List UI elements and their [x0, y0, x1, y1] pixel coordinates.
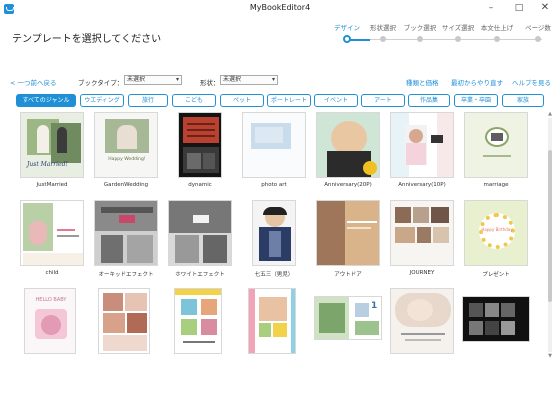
template-name: JOURNEY: [409, 270, 435, 276]
template-name: ホワイトエフェクト: [175, 272, 225, 278]
step-dot: [380, 36, 386, 42]
scroll-thumb[interactable]: [548, 150, 552, 302]
template-grid: Just Married! JustMarried Happy Wedding!…: [6, 110, 544, 400]
minimize-button[interactable]: –: [478, 0, 504, 16]
book-type-select[interactable]: 未選択 ▾: [124, 75, 182, 85]
template-thumbnail[interactable]: [464, 112, 528, 178]
step-dot: [494, 36, 500, 42]
template-thumbnail[interactable]: [242, 112, 306, 178]
template-thumbnail[interactable]: [252, 200, 296, 266]
redo-link[interactable]: 最初からやり直す: [451, 77, 503, 87]
scroll-up-icon[interactable]: ▲: [546, 110, 554, 118]
genre-travel-button[interactable]: 旅行: [128, 94, 168, 107]
price-link[interactable]: 種類と価格: [406, 77, 439, 87]
template-name: 七五三（男児）: [254, 272, 294, 278]
template-thumbnail[interactable]: [178, 112, 222, 178]
genre-works-button[interactable]: 作品集: [408, 94, 450, 107]
template-name: オーキッドエフェクト: [98, 272, 154, 278]
genre-filter-bar: すべてのジャンル ウエディング 旅行 こども ペット ポートレート イベント ア…: [0, 92, 560, 108]
step-label: 形状選択: [370, 24, 396, 32]
template-thumbnail[interactable]: [462, 296, 530, 342]
genre-art-button[interactable]: アート: [361, 94, 405, 107]
template-name: プレゼント: [482, 272, 510, 278]
toolbar: < 一つ前へ戻る ブックタイプ： 未選択 ▾ 形状： 未選択 ▾ 種類と価格 最…: [0, 74, 560, 90]
scroll-down-icon[interactable]: ▼: [546, 352, 554, 360]
close-button[interactable]: ✕: [532, 0, 558, 16]
template-thumbnail[interactable]: Happy Birthday: [464, 200, 528, 266]
genre-portrait-button[interactable]: ポートレート: [267, 94, 311, 107]
template-thumbnail[interactable]: [174, 288, 222, 354]
genre-wedding-button[interactable]: ウエディング: [80, 94, 124, 107]
step-design: デザイン: [330, 22, 364, 43]
step-dot: [535, 36, 541, 42]
thumb-caption: 1: [371, 301, 378, 311]
window-title: MyBookEditor4: [249, 3, 311, 12]
book-type-value: 未選択: [127, 76, 146, 83]
step-size: サイズ選択: [441, 22, 475, 42]
template-thumbnail[interactable]: Happy Wedding!: [94, 112, 158, 178]
back-link[interactable]: < 一つ前へ戻る: [10, 77, 57, 87]
chevron-down-icon: ▾: [271, 76, 275, 83]
template-thumbnail[interactable]: [94, 200, 158, 266]
chevron-down-icon: ▾: [175, 76, 179, 83]
template-thumbnail[interactable]: [390, 288, 454, 354]
genre-kids-button[interactable]: こども: [172, 94, 216, 107]
template-name: アウトドア: [334, 272, 362, 278]
progress-stepper: デザイン 形状選択 ブック選択 サイズ選択 本文仕上げ ページ数: [330, 22, 556, 48]
title-bar: MyBookEditor4 – □ ✕ テンプレートを選択してください デザイン…: [0, 0, 560, 48]
template-name: photo art: [261, 182, 287, 188]
template-name: Anniversary(10P): [398, 182, 446, 188]
genre-pet-button[interactable]: ペット: [220, 94, 264, 107]
template-name: child: [45, 270, 59, 276]
template-thumbnail[interactable]: HELLO BABY: [24, 288, 76, 354]
genre-graduation-button[interactable]: 卒業・卒園: [454, 94, 498, 107]
template-thumbnail[interactable]: [168, 200, 232, 266]
template-thumbnail[interactable]: [390, 200, 454, 266]
step-shape: 形状選択: [366, 22, 400, 42]
step-dot: [343, 35, 351, 43]
template-thumbnail[interactable]: [316, 200, 380, 266]
step-pages: ページ数: [521, 22, 555, 42]
maximize-button[interactable]: □: [506, 0, 532, 16]
shape-value: 未選択: [223, 76, 242, 83]
step-label: ブック選択: [403, 24, 437, 32]
shape-select[interactable]: 未選択 ▾: [220, 75, 278, 85]
template-name: Anniversary(20P): [324, 182, 372, 188]
step-label: サイズ選択: [441, 24, 475, 32]
template-thumbnail[interactable]: [98, 288, 150, 354]
thumb-caption: Happy Wedding!: [108, 157, 146, 162]
genre-event-button[interactable]: イベント: [314, 94, 358, 107]
step-label: デザイン: [334, 24, 360, 32]
step-label: ページ数: [525, 24, 551, 32]
genre-family-button[interactable]: 家族: [502, 94, 544, 107]
shape-label: 形状：: [200, 79, 220, 87]
template-name: marriage: [483, 182, 509, 188]
help-link[interactable]: ヘルプを見る: [512, 77, 551, 87]
book-type-label: ブックタイプ：: [78, 79, 124, 87]
template-name: GardenWedding: [103, 182, 149, 188]
page-title: テンプレートを選択してください: [12, 34, 162, 45]
vertical-scrollbar[interactable]: ▲ ▼: [546, 110, 554, 360]
step-dot: [417, 36, 423, 42]
template-thumbnail[interactable]: [316, 112, 380, 178]
step-dot: [455, 36, 461, 42]
template-thumbnail[interactable]: [20, 200, 84, 266]
template-name: dynamic: [188, 182, 212, 188]
template-thumbnail[interactable]: [390, 112, 454, 178]
template-name: JustMarried: [36, 182, 68, 188]
step-label: 本文仕上げ: [480, 24, 514, 32]
template-thumbnail[interactable]: Just Married!: [20, 112, 84, 178]
thumb-caption: Just Married!: [27, 161, 68, 168]
step-finish: 本文仕上げ: [480, 22, 514, 42]
thumb-caption: HELLO BABY: [35, 297, 67, 303]
template-thumbnail[interactable]: 1: [314, 296, 382, 340]
genre-all-button[interactable]: すべてのジャンル: [16, 94, 76, 107]
step-book: ブック選択: [403, 22, 437, 42]
template-thumbnail[interactable]: [248, 288, 296, 354]
thumb-caption: Happy Birthday: [481, 227, 513, 232]
